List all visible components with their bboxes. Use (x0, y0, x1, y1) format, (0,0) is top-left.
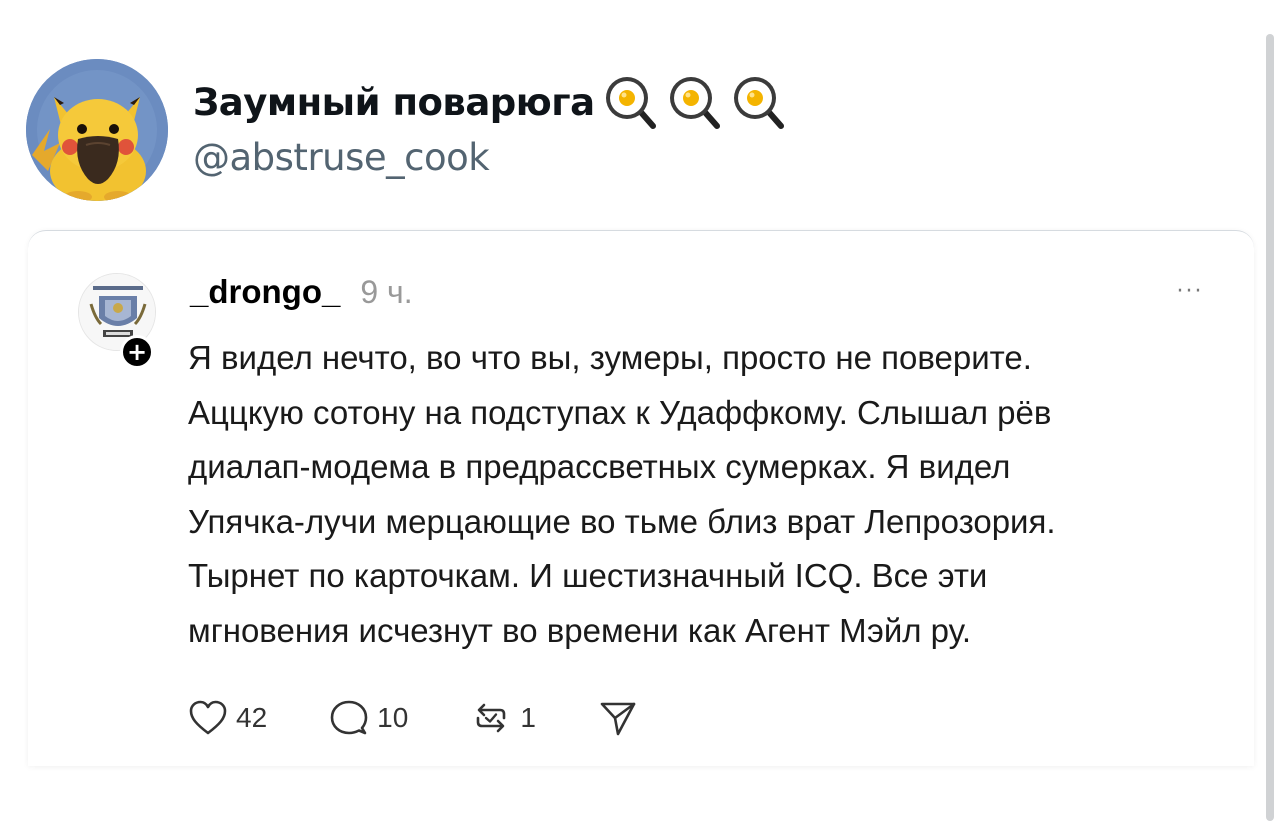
like-button[interactable]: 42 (188, 699, 267, 737)
frying-pan-egg-icon (667, 74, 723, 130)
frying-pan-egg-icon (603, 74, 659, 130)
frying-pan-egg-icon (731, 74, 787, 130)
repost-button[interactable]: 1 (470, 698, 536, 738)
author-handle[interactable]: @abstruse_cook (193, 136, 490, 179)
more-options-label: ··· (1176, 278, 1204, 304)
repost-count: 1 (520, 702, 536, 733)
post-text-line: Я видел нечто, во что вы, зумеры, просто… (188, 339, 1032, 376)
post-username[interactable]: _drongo_ (190, 273, 340, 311)
post-text-line: мгновения исчезнут во времени как Агент … (188, 611, 972, 649)
post-text: Я видел нечто, во что вы, зумеры, просто… (188, 331, 1228, 658)
post-text-line: Упячка-лучи мерцающие во тьме близ врат … (188, 502, 1056, 540)
pikachu-avatar-image (26, 59, 168, 201)
scrollbar[interactable] (1266, 34, 1274, 821)
post-text-line: Тырнет по карточкам. И шестизначный ICQ.… (188, 557, 988, 594)
reply-count: 10 (377, 702, 409, 733)
send-icon (600, 702, 636, 736)
more-options-icon[interactable]: ··· (1168, 278, 1212, 304)
comment-bubble-icon (330, 700, 368, 735)
post-text-line: Аццкую сотону на подступах к Удаффкому. … (188, 393, 1052, 431)
follow-plus-icon[interactable]: + (120, 335, 154, 369)
author-avatar[interactable] (26, 59, 168, 201)
like-count: 42 (236, 702, 268, 733)
share-button[interactable] (598, 698, 638, 738)
post-header: _drongo_ 9 ч. (190, 273, 413, 313)
author-name-row: Заумный поварюга (193, 72, 787, 132)
post-actions-bar: 42 10 1 (188, 693, 700, 743)
screen: Заумный поварюга @abstruse_cook + _drong… (0, 0, 1284, 821)
embedded-post-card: + _drongo_ 9 ч. ··· Я видел нечто, во чт… (28, 230, 1254, 766)
author-display-name[interactable]: Заумный поварюга (193, 81, 595, 124)
post-timestamp: 9 ч. (360, 274, 413, 310)
repost-icon (477, 703, 506, 733)
post-text-line: диалап-модема в предрассветных сумерках.… (188, 448, 1011, 485)
reply-button[interactable]: 10 (329, 698, 408, 738)
heart-icon (189, 700, 227, 735)
